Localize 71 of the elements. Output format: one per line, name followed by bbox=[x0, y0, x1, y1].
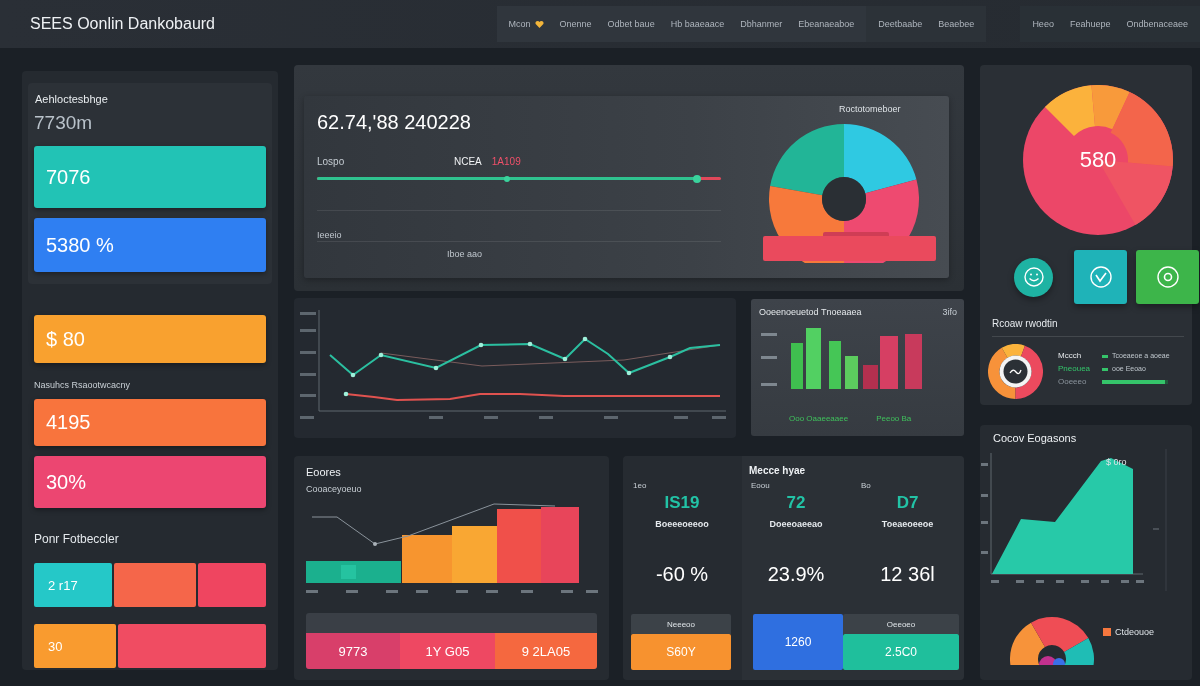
panel-title: Mecce hyae bbox=[748, 464, 807, 477]
legend-label: Peeoo Ba bbox=[876, 414, 912, 423]
bar-segment: 9773 bbox=[306, 633, 400, 669]
dashboard-title: SEES Oonlin Dankobaurd bbox=[30, 15, 215, 33]
legend-label: Mccch bbox=[1058, 351, 1083, 361]
summary-label: NCEA bbox=[454, 156, 482, 168]
nav-link[interactable]: Onenne bbox=[559, 19, 592, 29]
tile-label: Oeeoeo bbox=[843, 614, 959, 634]
nav-link[interactable]: Heeo bbox=[1032, 19, 1054, 29]
section-heading: Nasuhcs Rsaootwcacny bbox=[34, 380, 132, 390]
section-heading: Ponr Fotbeccler bbox=[34, 532, 120, 546]
nav-link[interactable]: Odbet baue bbox=[607, 19, 655, 29]
legend-label: Ooo Oaaeeaaee bbox=[789, 414, 849, 423]
summary-value: 62.74,'88 240228 bbox=[317, 110, 472, 134]
nav-link[interactable]: Ebeanaeaboe bbox=[798, 19, 855, 29]
metric-title: Boeeeoeeoo bbox=[655, 519, 709, 529]
legend-swatch-icon bbox=[1103, 628, 1111, 636]
section-heading: Rcoaw rwodtin bbox=[992, 318, 1059, 330]
nav-link[interactable]: Mcon bbox=[508, 19, 544, 29]
legend-label: Pneouea bbox=[1058, 364, 1091, 374]
metric-label: Eoou bbox=[751, 481, 770, 491]
metric-title: Doeeoaeeao bbox=[769, 519, 823, 529]
bar-segment: 30 bbox=[34, 624, 116, 668]
chart-title: Ooeenoeuetod Tnoeaaea bbox=[759, 307, 862, 317]
legend-marker-icon bbox=[1102, 367, 1109, 371]
metric-percent: 12 36l bbox=[880, 563, 935, 586]
nav-link[interactable]: Hb baaeaace bbox=[670, 19, 725, 29]
chart-value: 3ifo bbox=[942, 307, 957, 317]
pie-value: 580 bbox=[1079, 147, 1117, 173]
donut-chart bbox=[988, 344, 1043, 399]
nav-link[interactable]: Ondbenaceaee bbox=[1126, 19, 1188, 29]
marker-icon bbox=[503, 175, 510, 182]
nav-link[interactable]: Beaebee bbox=[938, 19, 975, 29]
panel-subtitle: Cooaceyoeuo bbox=[306, 484, 363, 495]
bar-segment: 1Y G05 bbox=[400, 633, 495, 669]
bar-segment: 2 r17 bbox=[34, 563, 112, 607]
summary-label: 1A109 bbox=[491, 156, 521, 168]
summary-label: Lospo bbox=[317, 156, 346, 168]
panel-title: Cocov Eogasons bbox=[993, 432, 1078, 445]
stat-card: 5380 % bbox=[34, 218, 266, 272]
metric-value: D7 bbox=[896, 493, 919, 513]
chart-title: Roctotomeboer bbox=[839, 104, 901, 114]
stat-card: 7076 bbox=[34, 146, 266, 208]
tile-label: Neeeoo bbox=[631, 614, 731, 634]
stat-tile: S60Y bbox=[631, 634, 731, 670]
metric-percent: 23.9% bbox=[767, 563, 825, 586]
stat-tile: 1260 bbox=[753, 614, 843, 670]
bar-segment: 9 2LA05 bbox=[495, 633, 597, 669]
metric-label: 1eo bbox=[633, 481, 647, 491]
metric-title: Toeaeoeeoe bbox=[881, 519, 934, 529]
metric-value: IS19 bbox=[664, 493, 700, 513]
stat-card: 30% bbox=[34, 456, 266, 508]
nav-link[interactable]: Feahuepe bbox=[1069, 19, 1111, 29]
total-value: 7730m bbox=[34, 112, 94, 134]
stat-tile: 2.5C0 bbox=[843, 634, 959, 670]
nav-link[interactable]: Deetbaabe bbox=[878, 19, 923, 29]
stat-card: 4195 bbox=[34, 399, 266, 446]
metric-label: Bo bbox=[861, 481, 871, 491]
panel-title: Eoores bbox=[306, 466, 342, 479]
stat-card: $ 80 bbox=[34, 315, 266, 363]
axis-label: Iboe aao bbox=[447, 249, 483, 259]
heart-icon bbox=[534, 19, 544, 29]
progress-thumb[interactable] bbox=[692, 174, 701, 183]
panel-title: Aehloctesbhge bbox=[35, 93, 109, 105]
legend-marker-icon bbox=[1102, 354, 1109, 358]
legend-label: Ooeeeo bbox=[1058, 377, 1088, 387]
nav-link[interactable]: Dbhanmer bbox=[740, 19, 783, 29]
legend-label: Ctdeouoe bbox=[1115, 627, 1155, 637]
metric-percent: -60 % bbox=[655, 563, 709, 586]
metric-value: 72 bbox=[786, 493, 806, 513]
axis-label: Ieeeio bbox=[317, 230, 342, 240]
